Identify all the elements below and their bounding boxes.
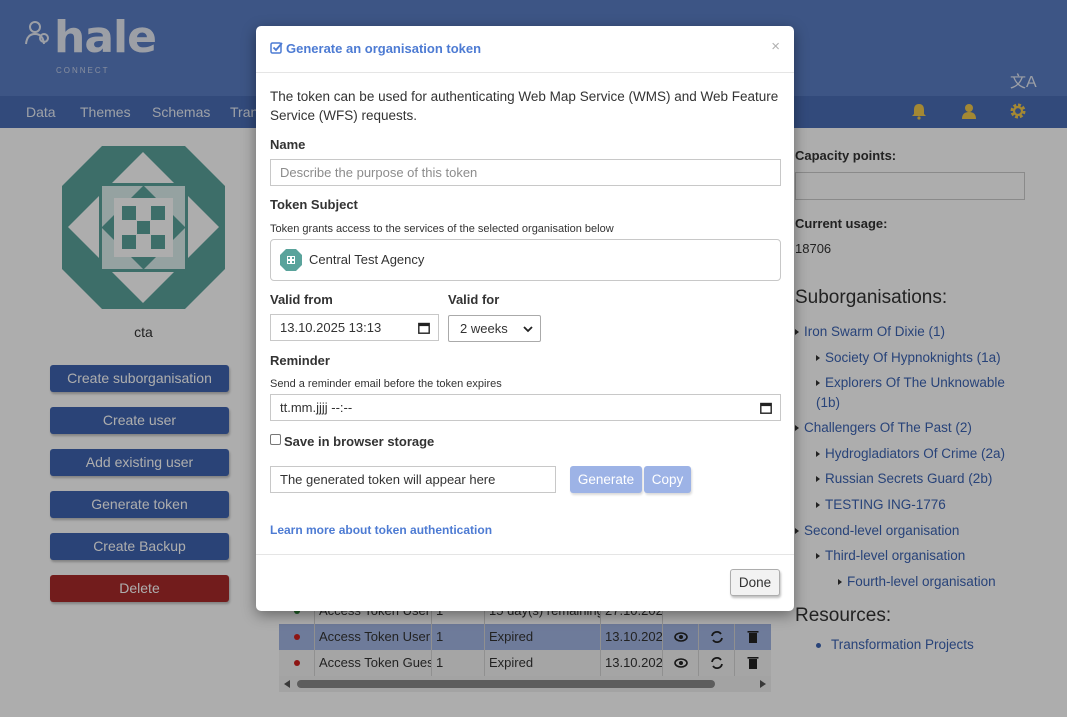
chevron-down-icon <box>523 326 533 333</box>
valid-from-value: 13.10.2025 13:13 <box>280 320 382 335</box>
calendar-icon[interactable] <box>418 322 430 334</box>
generate-token-modal: Generate an organisation token × The tok… <box>256 26 794 611</box>
valid-for-value: 2 weeks <box>460 321 508 336</box>
valid-for-label: Valid for <box>448 292 500 307</box>
reminder-label: Reminder <box>270 353 330 368</box>
learn-more-link[interactable]: Learn more about token authentication <box>270 523 492 537</box>
modal-description: The token can be used for authenticating… <box>270 89 779 123</box>
modal-footer: Done <box>256 554 794 611</box>
modal-header: Generate an organisation token × <box>256 26 794 73</box>
organisation-avatar-small <box>280 249 302 271</box>
check-square-icon <box>270 42 283 54</box>
generated-token-field[interactable]: The generated token will appear here <box>270 466 556 493</box>
reminder-placeholder: tt.mm.jjjj --:-- <box>280 400 353 415</box>
valid-from-label: Valid from <box>270 292 333 307</box>
calendar-icon[interactable] <box>760 402 772 414</box>
token-subject-hint: Token grants access to the services of t… <box>270 223 614 235</box>
token-subject-selector[interactable]: Central Test Agency <box>270 239 781 281</box>
valid-from-input[interactable]: 13.10.2025 13:13 <box>270 314 439 341</box>
done-button[interactable]: Done <box>730 569 780 596</box>
valid-for-select[interactable]: 2 weeks <box>448 315 541 342</box>
reminder-input[interactable]: tt.mm.jjjj --:-- <box>270 394 781 421</box>
copy-button[interactable]: Copy <box>644 466 691 493</box>
generate-button[interactable]: Generate <box>570 466 642 493</box>
token-subject-label: Token Subject <box>270 197 358 212</box>
save-in-browser-checkbox[interactable] <box>270 434 281 445</box>
reminder-hint: Send a reminder email before the token e… <box>270 378 502 390</box>
save-in-browser-label[interactable]: Save in browser storage <box>284 434 434 449</box>
token-subject-org: Central Test Agency <box>309 252 425 267</box>
modal-title-text: Generate an organisation token <box>286 41 482 56</box>
name-label: Name <box>270 137 306 152</box>
token-name-input[interactable]: Describe the purpose of this token <box>270 159 781 186</box>
close-icon[interactable]: × <box>771 38 780 55</box>
modal-title: Generate an organisation token <box>270 41 481 56</box>
